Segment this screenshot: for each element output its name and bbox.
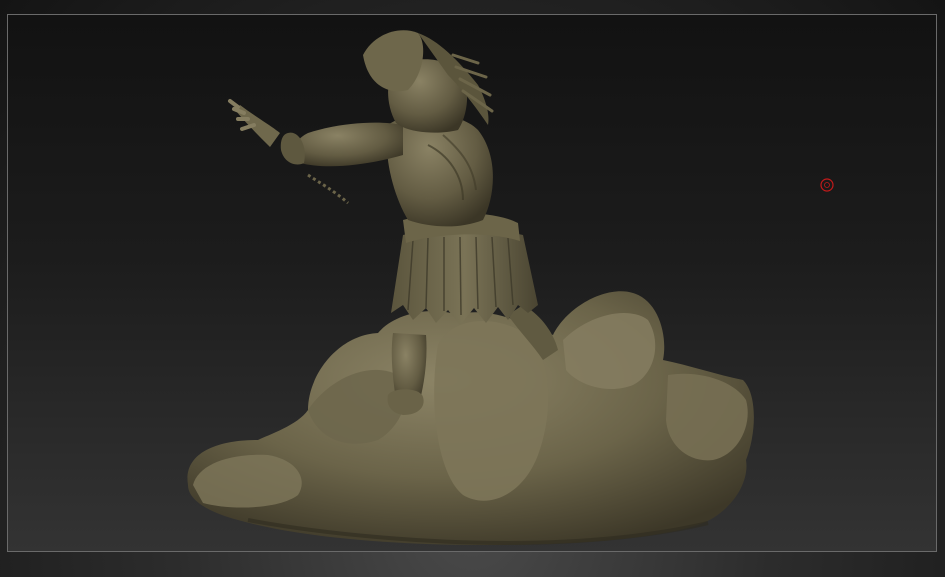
sculpted-model-render[interactable] [8,15,937,552]
figure-head [363,30,494,133]
brush-target-icon [820,178,834,192]
zbrush-viewport[interactable] [0,0,945,577]
figure-arm [228,99,403,205]
rock-base [187,291,754,546]
document-canvas[interactable] [7,14,937,552]
figure-skirt [391,212,538,325]
